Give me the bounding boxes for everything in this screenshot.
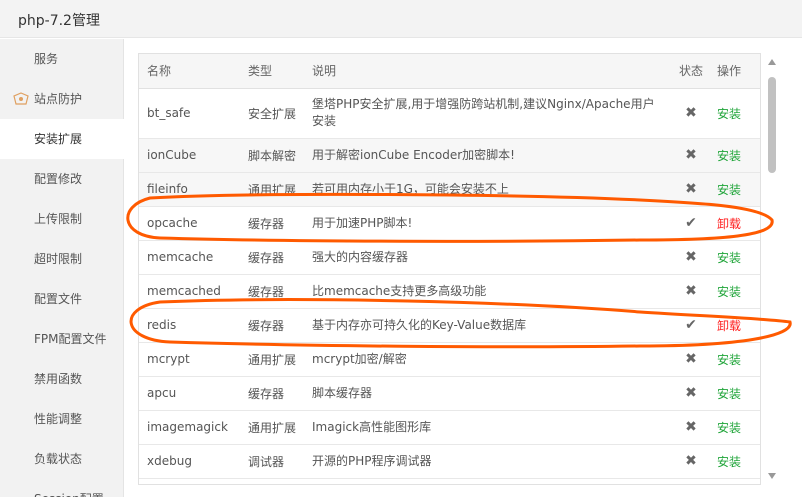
ext-type: 调试器	[240, 444, 304, 479]
ext-name: opcache	[139, 206, 240, 241]
ext-name: memcached	[139, 274, 240, 309]
install-button[interactable]: 安装	[717, 251, 741, 265]
status-cross-icon: ✖	[671, 342, 711, 377]
ext-description: 用于加速PHP脚本!	[304, 206, 671, 241]
ext-type: 通用扩展	[240, 172, 304, 207]
status-check-icon: ✔	[671, 308, 711, 343]
ext-type: 缓存器	[240, 206, 304, 241]
install-button[interactable]: 安装	[717, 353, 741, 367]
table-row: apcu 缓存器 脚本缓存器 ✖ 安装	[139, 376, 760, 411]
column-header-type: 类型	[240, 54, 304, 89]
ext-name: ionCube	[139, 138, 240, 173]
dialog-titlebar: php-7.2管理	[0, 0, 802, 38]
dialog-title: php-7.2管理	[18, 13, 100, 29]
column-header-action: 操作	[711, 54, 760, 89]
ext-description: 脚本缓存器	[304, 376, 671, 411]
sidebar-item-site-protection[interactable]: 站点防护	[0, 79, 124, 119]
sidebar-item-config-edit[interactable]: 配置修改	[0, 159, 124, 199]
content-panel: 名称 类型 说明 状态 操作 bt_safe 安全扩展 堡塔PHP安全扩展,用于…	[124, 39, 802, 497]
table-scrollbar[interactable]	[765, 53, 779, 485]
scroll-up-arrow-icon[interactable]	[768, 59, 776, 65]
ext-name: fileinfo	[139, 172, 240, 207]
install-button[interactable]: 安装	[717, 387, 741, 401]
ext-description: 堡塔PHP安全扩展,用于增强防跨站机制,建议Nginx/Apache用户安装	[304, 88, 671, 139]
ext-name: apcu	[139, 376, 240, 411]
sidebar-item-disabled-functions[interactable]: 禁用函数	[0, 359, 124, 399]
table-row: memcache 缓存器 强大的内容缓存器 ✖ 安装	[139, 240, 760, 275]
install-button[interactable]: 安装	[717, 149, 741, 163]
status-cross-icon: ✖	[671, 240, 711, 275]
sidebar-item-service[interactable]: 服务	[0, 39, 124, 79]
ext-description: 用于解密ionCube Encoder加密脚本!	[304, 138, 671, 173]
status-check-icon: ✔	[671, 206, 711, 241]
status-cross-icon: ✖	[671, 410, 711, 445]
ext-type: 脚本解密	[240, 138, 304, 173]
ext-description: 若可用内存小于1G，可能会安装不上	[304, 172, 671, 207]
column-header-name: 名称	[139, 54, 240, 89]
table-row: memcached 缓存器 比memcache支持更多高级功能 ✖ 安装	[139, 274, 760, 309]
install-button[interactable]: 安装	[717, 455, 741, 469]
uninstall-button[interactable]: 卸载	[717, 217, 741, 231]
ext-description: Imagick高性能图形库	[304, 410, 671, 445]
ext-name: mcrypt	[139, 342, 240, 377]
ext-name: xdebug	[139, 444, 240, 479]
scrollbar-thumb[interactable]	[768, 77, 776, 173]
sidebar-item-install-extension[interactable]: 安装扩展	[0, 119, 125, 159]
ext-name: bt_safe	[139, 88, 240, 139]
ext-type: 通用扩展	[240, 342, 304, 377]
sidebar-item-performance[interactable]: 性能调整	[0, 399, 124, 439]
ext-type: 安全扩展	[240, 88, 304, 139]
table-row: ionCube 脚本解密 用于解密ionCube Encoder加密脚本! ✖ …	[139, 138, 760, 173]
ext-type: 缓存器	[240, 240, 304, 275]
install-button[interactable]: 安装	[717, 183, 741, 197]
table-row: fileinfo 通用扩展 若可用内存小于1G，可能会安装不上 ✖ 安装	[139, 172, 760, 207]
scroll-down-arrow-icon[interactable]	[768, 473, 776, 479]
table-row: mcrypt 通用扩展 mcrypt加密/解密 ✖ 安装	[139, 342, 760, 377]
status-cross-icon: ✖	[671, 274, 711, 309]
status-cross-icon: ✖	[671, 444, 711, 479]
ext-description: mcrypt加密/解密	[304, 342, 671, 377]
sidebar: 服务 站点防护 安装扩展 配置修改 上传限制 超时限制 配置文件 FPM配置文件…	[0, 39, 125, 497]
ext-type: 缓存器	[240, 376, 304, 411]
ext-description: 强大的内容缓存器	[304, 240, 671, 275]
sidebar-item-session-config[interactable]: Session配置	[0, 479, 124, 497]
ext-description: 基于内存亦可持久化的Key-Value数据库	[304, 308, 671, 343]
table-row: bt_safe 安全扩展 堡塔PHP安全扩展,用于增强防跨站机制,建议Nginx…	[139, 88, 760, 139]
ext-name: imagemagick	[139, 410, 240, 445]
ext-name: memcache	[139, 240, 240, 275]
table-row: imagemagick 通用扩展 Imagick高性能图形库 ✖ 安装	[139, 410, 760, 445]
sidebar-item-timeout-limit[interactable]: 超时限制	[0, 239, 124, 279]
table-row: xdebug 调试器 开源的PHP程序调试器 ✖ 安装	[139, 444, 760, 479]
sidebar-item-upload-limit[interactable]: 上传限制	[0, 199, 124, 239]
uninstall-button[interactable]: 卸载	[717, 319, 741, 333]
ext-type: 缓存器	[240, 274, 304, 309]
install-button[interactable]: 安装	[717, 421, 741, 435]
install-button[interactable]: 安装	[717, 285, 741, 299]
ext-type: 缓存器	[240, 308, 304, 343]
sidebar-item-load-status[interactable]: 负载状态	[0, 439, 124, 479]
shield-badge-icon	[13, 92, 29, 105]
table-header: 名称 类型 说明 状态 操作	[139, 54, 760, 89]
ext-type: 通用扩展	[240, 410, 304, 445]
status-cross-icon: ✖	[671, 172, 711, 207]
ext-description: 开源的PHP程序调试器	[304, 444, 671, 479]
ext-description: 比memcache支持更多高级功能	[304, 274, 671, 309]
table-row: opcache 缓存器 用于加速PHP脚本! ✔ 卸载	[139, 206, 760, 241]
status-cross-icon: ✖	[671, 376, 711, 411]
ext-name: redis	[139, 308, 240, 343]
table-row: redis 缓存器 基于内存亦可持久化的Key-Value数据库 ✔ 卸载	[139, 308, 760, 343]
status-cross-icon: ✖	[671, 138, 711, 173]
extensions-table: 名称 类型 说明 状态 操作 bt_safe 安全扩展 堡塔PHP安全扩展,用于…	[139, 54, 760, 479]
sidebar-item-label: 站点防护	[34, 92, 83, 106]
status-cross-icon: ✖	[671, 88, 711, 139]
sidebar-item-fpm-config[interactable]: FPM配置文件	[0, 319, 124, 359]
sidebar-item-config-file[interactable]: 配置文件	[0, 279, 124, 319]
column-header-description: 说明	[304, 54, 671, 89]
install-button[interactable]: 安装	[717, 107, 741, 121]
extensions-table-wrap: 名称 类型 说明 状态 操作 bt_safe 安全扩展 堡塔PHP安全扩展,用于…	[138, 53, 761, 485]
column-header-status: 状态	[671, 54, 711, 89]
